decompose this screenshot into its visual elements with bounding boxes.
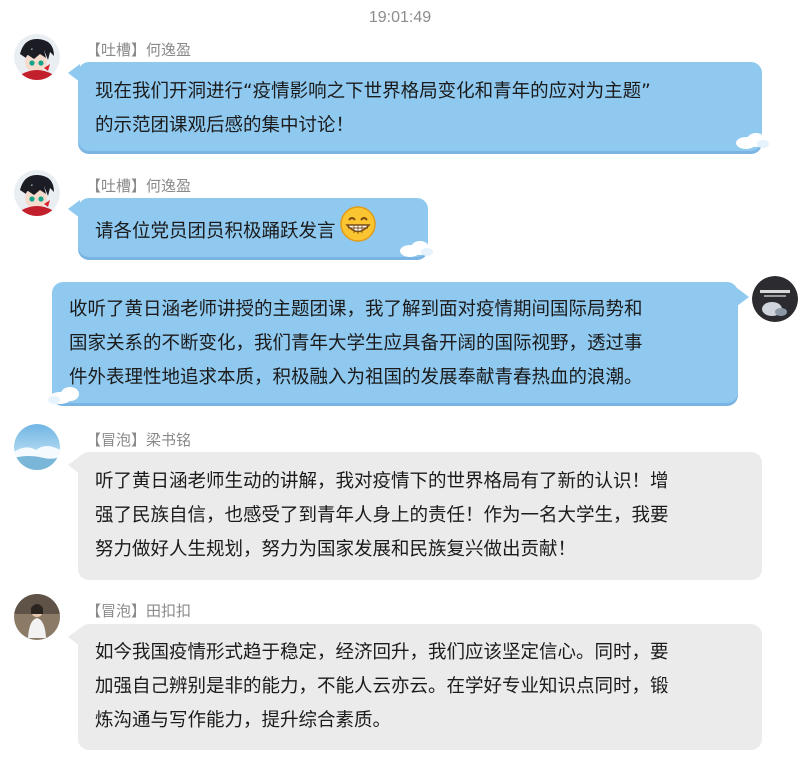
message-line: 收听了黄日涵老师讲授的主题团课，我了解到面对疫情期间国际局势和	[69, 299, 643, 320]
landscape-avatar-icon[interactable]	[14, 424, 60, 470]
message-bubble-outgoing[interactable]: 收听了黄日涵老师讲授的主题团课，我了解到面对疫情期间国际局势和 国家关系的不断变…	[52, 282, 738, 406]
message-line: 强了民族自信，也感受了到青年人身上的责任！作为一名大学生，我要	[95, 505, 669, 526]
sender-label: 【冒泡】田扣扣	[86, 600, 191, 621]
anime-avatar-icon[interactable]	[14, 34, 60, 80]
sender-tag: 【吐槽】	[86, 177, 147, 195]
message-line: 如今我国疫情形式趋于稳定，经济回升，我们应该坚定信心。同时，要	[95, 642, 669, 663]
message-bubble[interactable]: 请各位党员团员积极踊跃发言	[78, 198, 428, 260]
sender-name[interactable]: 田扣扣	[146, 602, 191, 620]
girl-photo-avatar-icon[interactable]	[14, 594, 60, 640]
message-text: 请各位党员团员积极踊跃发言	[95, 221, 336, 242]
message-line: 现在我们开洞进行“疫情影响之下世界格局变化和青年的应对为主题”	[95, 81, 651, 102]
message-timestamp: 19:01:49	[368, 9, 432, 26]
sender-tag: 【冒泡】	[86, 431, 147, 449]
message-line: 听了黄日涵老师生动的讲解，我对疫情下的世界格局有了新的认识！增	[95, 471, 669, 492]
message-line: 国家关系的不断变化，我们青年大学生应具备开阔的国际视野，透过事	[69, 333, 643, 354]
grinning-face-icon	[339, 206, 376, 254]
sender-tag: 【冒泡】	[86, 602, 147, 620]
message-line: 请各位党员团员积极踊跃发言	[95, 206, 411, 254]
message-line: 加强自己辨别是非的能力，不能人云亦云。在学好专业知识点同时，锻	[95, 676, 669, 697]
sender-name[interactable]: 何逸盈	[146, 41, 191, 59]
message-bubble[interactable]: 如今我国疫情形式趋于稳定，经济回升，我们应该坚定信心。同时，要 加强自己辨别是非…	[78, 624, 762, 750]
sender-label: 【吐槽】何逸盈	[86, 175, 191, 196]
sender-name[interactable]: 梁书铭	[146, 431, 191, 449]
anime-avatar-icon[interactable]	[14, 170, 60, 216]
message-bubble[interactable]: 现在我们开洞进行“疫情影响之下世界格局变化和青年的应对为主题” 的示范团课观后感…	[78, 62, 762, 154]
sender-tag: 【吐槽】	[86, 41, 147, 59]
cloud-decoration-icon	[400, 241, 433, 257]
cloud-decoration-icon	[736, 133, 769, 149]
bubble-tail	[737, 288, 749, 306]
sender-name[interactable]: 何逸盈	[146, 177, 191, 195]
sender-label: 【冒泡】梁书铭	[86, 429, 191, 450]
cloud-decoration-icon	[48, 387, 79, 404]
message-line: 努力做好人生规划，努力为国家发展和民族复兴做出贡献！	[95, 539, 577, 560]
message-line: 的示范团课观后感的集中讨论！	[95, 115, 355, 136]
self-avatar-icon[interactable]	[752, 276, 798, 322]
sender-label: 【吐槽】何逸盈	[86, 39, 191, 60]
message-line: 件外表理性地追求本质，积极融入为祖国的发展奉献青春热血的浪潮。	[69, 367, 643, 388]
message-bubble[interactable]: 听了黄日涵老师生动的讲解，我对疫情下的世界格局有了新的认识！增 强了民族自信，也…	[78, 452, 762, 580]
message-line: 炼沟通与写作能力，提升综合素质。	[95, 710, 392, 731]
